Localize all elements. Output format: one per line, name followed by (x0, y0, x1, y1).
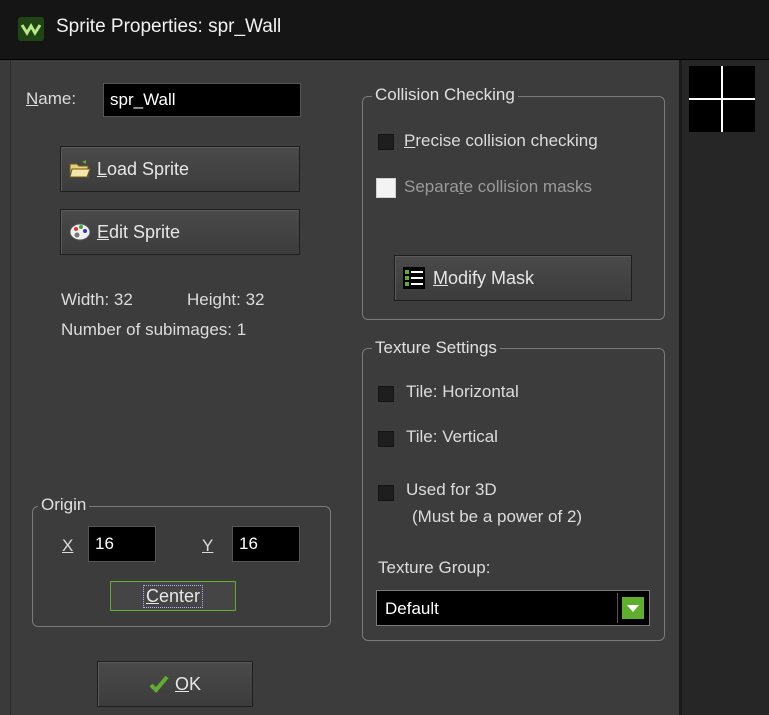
precise-accel: P (404, 131, 416, 150)
dropdown-arrow-icon[interactable] (617, 593, 647, 623)
subimages-text: Number of subimages: 1 (61, 320, 247, 339)
width-text: Width: 32 (61, 290, 133, 309)
edit-sprite-label: dit Sprite (109, 221, 181, 242)
name-label: Name: (26, 89, 76, 109)
texture-group-select[interactable]: Default (376, 590, 650, 626)
texture-group-label: Texture Group: (378, 558, 491, 577)
texture-group-title: Texture Settings (372, 338, 500, 358)
center-accel: C (145, 585, 159, 606)
origin-x-field[interactable] (88, 526, 156, 562)
load-sprite-button[interactable]: Load Sprite (60, 146, 300, 192)
name-field[interactable] (103, 83, 301, 117)
name-label-rest: ame: (38, 89, 77, 108)
origin-y-field[interactable] (232, 526, 300, 562)
edit-sprite-button[interactable]: Edit Sprite (60, 209, 300, 255)
tile-vertical-label: Tile: Vertical (406, 427, 498, 446)
separate-rest: e collision masks (463, 177, 593, 196)
precise-collision-checkbox[interactable] (378, 134, 394, 150)
tile-horizontal-label: Tile: Horizontal (406, 382, 519, 401)
sprite-preview-image (689, 66, 755, 132)
separate-masks-checkbox[interactable] (376, 178, 396, 198)
texture-group-value: Default (385, 599, 439, 618)
palette-icon (69, 222, 91, 242)
origin-y-label: Y (202, 536, 214, 555)
precise-collision-label: Precise collision checking (404, 131, 598, 151)
origin-group-title: Origin (38, 495, 90, 515)
used-3d-checkbox[interactable] (378, 485, 394, 501)
modify-mask-label: odify Mask (448, 267, 535, 288)
modify-mask-button[interactable]: Modify Mask (394, 255, 632, 301)
center-label: enter (158, 585, 201, 606)
tile-horizontal-checkbox[interactable] (378, 386, 394, 402)
tile-vertical-checkbox[interactable] (378, 431, 394, 447)
origin-x-label: X (62, 536, 74, 555)
title-bar: Sprite Properties: spr_Wall (0, 0, 769, 60)
collision-group-title: Collision Checking (372, 85, 518, 105)
height-text: Height: 32 (187, 290, 265, 309)
separate-pre: Separa (404, 177, 459, 196)
folder-open-icon (69, 159, 91, 179)
sprite-preview-pane (679, 60, 769, 715)
mask-list-icon (403, 267, 425, 289)
separate-masks-label: Separate collision masks (404, 177, 592, 197)
checkmark-icon (149, 675, 169, 693)
name-label-accel: N (26, 89, 39, 108)
load-sprite-label: oad Sprite (107, 158, 190, 179)
gamemaker-icon (18, 17, 44, 41)
precise-label-rest: recise collision checking (415, 131, 598, 150)
used-3d-label: Used for 3D (406, 480, 497, 499)
window-title: Sprite Properties: spr_Wall (56, 16, 282, 37)
edit-sprite-accel: E (97, 221, 110, 242)
ok-button[interactable]: OK (97, 661, 253, 707)
center-button[interactable]: Center (110, 581, 236, 611)
used-3d-note: (Must be a power of 2) (412, 507, 583, 526)
ok-label: K (189, 673, 202, 694)
ok-accel: O (174, 673, 189, 694)
load-sprite-accel: L (97, 158, 108, 179)
modify-mask-accel: M (433, 267, 448, 288)
